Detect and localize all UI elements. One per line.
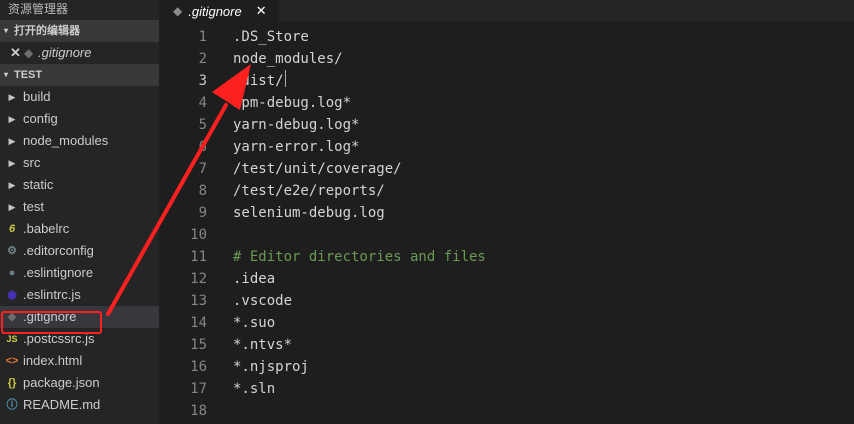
annotation-arrow	[106, 64, 251, 316]
